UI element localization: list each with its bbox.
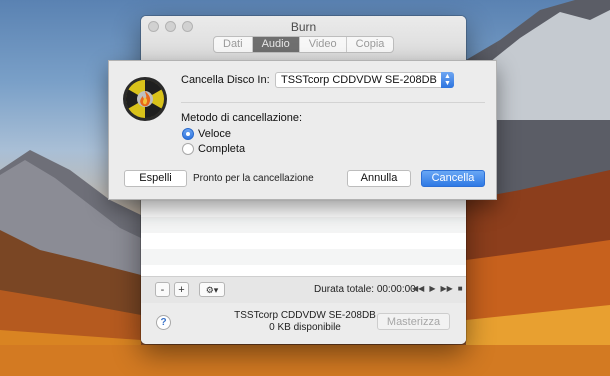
gear-menu-button[interactable]: ⚙▾ (199, 282, 225, 297)
radio-label-veloce[interactable]: Veloce (198, 128, 231, 140)
fast-forward-icon[interactable]: ▶▶ (440, 284, 452, 293)
list-row (141, 249, 466, 265)
help-button[interactable]: ? (156, 315, 171, 330)
erase-disc-sheet: Cancella Disco In: TSSTcorp CDDVDW SE-20… (108, 60, 497, 200)
erase-method-label: Metodo di cancellazione: (181, 112, 303, 124)
total-duration: Durata totale: 00:00:00 (314, 284, 416, 295)
erase-button[interactable]: Cancella (421, 170, 485, 187)
burn-app-icon (123, 77, 167, 121)
stop-icon[interactable]: ■ (458, 284, 463, 293)
drive-select[interactable]: TSSTcorp CDDVDW SE-208DB ▲ ▼ (275, 72, 454, 88)
status-area: ? TSSTcorp CDDVDW SE-208DB 0 KB disponib… (141, 303, 466, 344)
tab-copia[interactable]: Copia (347, 37, 394, 52)
rewind-icon[interactable]: ◀◀ (412, 284, 424, 293)
cancel-button[interactable]: Annulla (347, 170, 411, 187)
list-row (141, 217, 466, 233)
divider (181, 102, 485, 103)
list-toolbar: - + ⚙▾ Durata totale: 00:00:00 ◀◀ ▶ ▶▶ ■ (141, 276, 466, 304)
sheet-status-text: Pronto per la cancellazione (193, 173, 314, 184)
playback-controls: ◀◀ ▶ ▶▶ ■ (412, 284, 463, 293)
list-row (141, 201, 466, 217)
select-arrows-icon: ▲ ▼ (441, 72, 454, 88)
tab-video[interactable]: Video (300, 37, 347, 52)
play-icon[interactable]: ▶ (429, 284, 435, 293)
add-track-button[interactable]: + (174, 282, 189, 297)
list-row (141, 233, 466, 249)
radio-option-veloce[interactable]: Veloce (182, 128, 231, 140)
free-space: 0 KB disponibile (269, 322, 341, 333)
radio-label-completa[interactable]: Completa (198, 143, 245, 155)
device-name: TSSTcorp CDDVDW SE-208DB (234, 310, 376, 321)
mode-tabs: Dati Audio Video Copia (213, 36, 395, 53)
radio-button-veloce[interactable] (182, 128, 194, 140)
remove-track-button[interactable]: - (155, 282, 170, 297)
tab-dati[interactable]: Dati (214, 37, 253, 52)
burn-button[interactable]: Masterizza (377, 313, 450, 330)
tab-audio[interactable]: Audio (252, 37, 300, 52)
erase-disc-label: Cancella Disco In: (181, 74, 270, 86)
device-info: TSSTcorp CDDVDW SE-208DB 0 KB disponibil… (225, 310, 385, 334)
radio-option-completa[interactable]: Completa (182, 143, 245, 155)
radio-button-completa[interactable] (182, 143, 194, 155)
eject-button[interactable]: Espelli (124, 170, 187, 187)
drive-select-value: TSSTcorp CDDVDW SE-208DB (281, 74, 437, 86)
window-title: Burn (290, 20, 317, 34)
